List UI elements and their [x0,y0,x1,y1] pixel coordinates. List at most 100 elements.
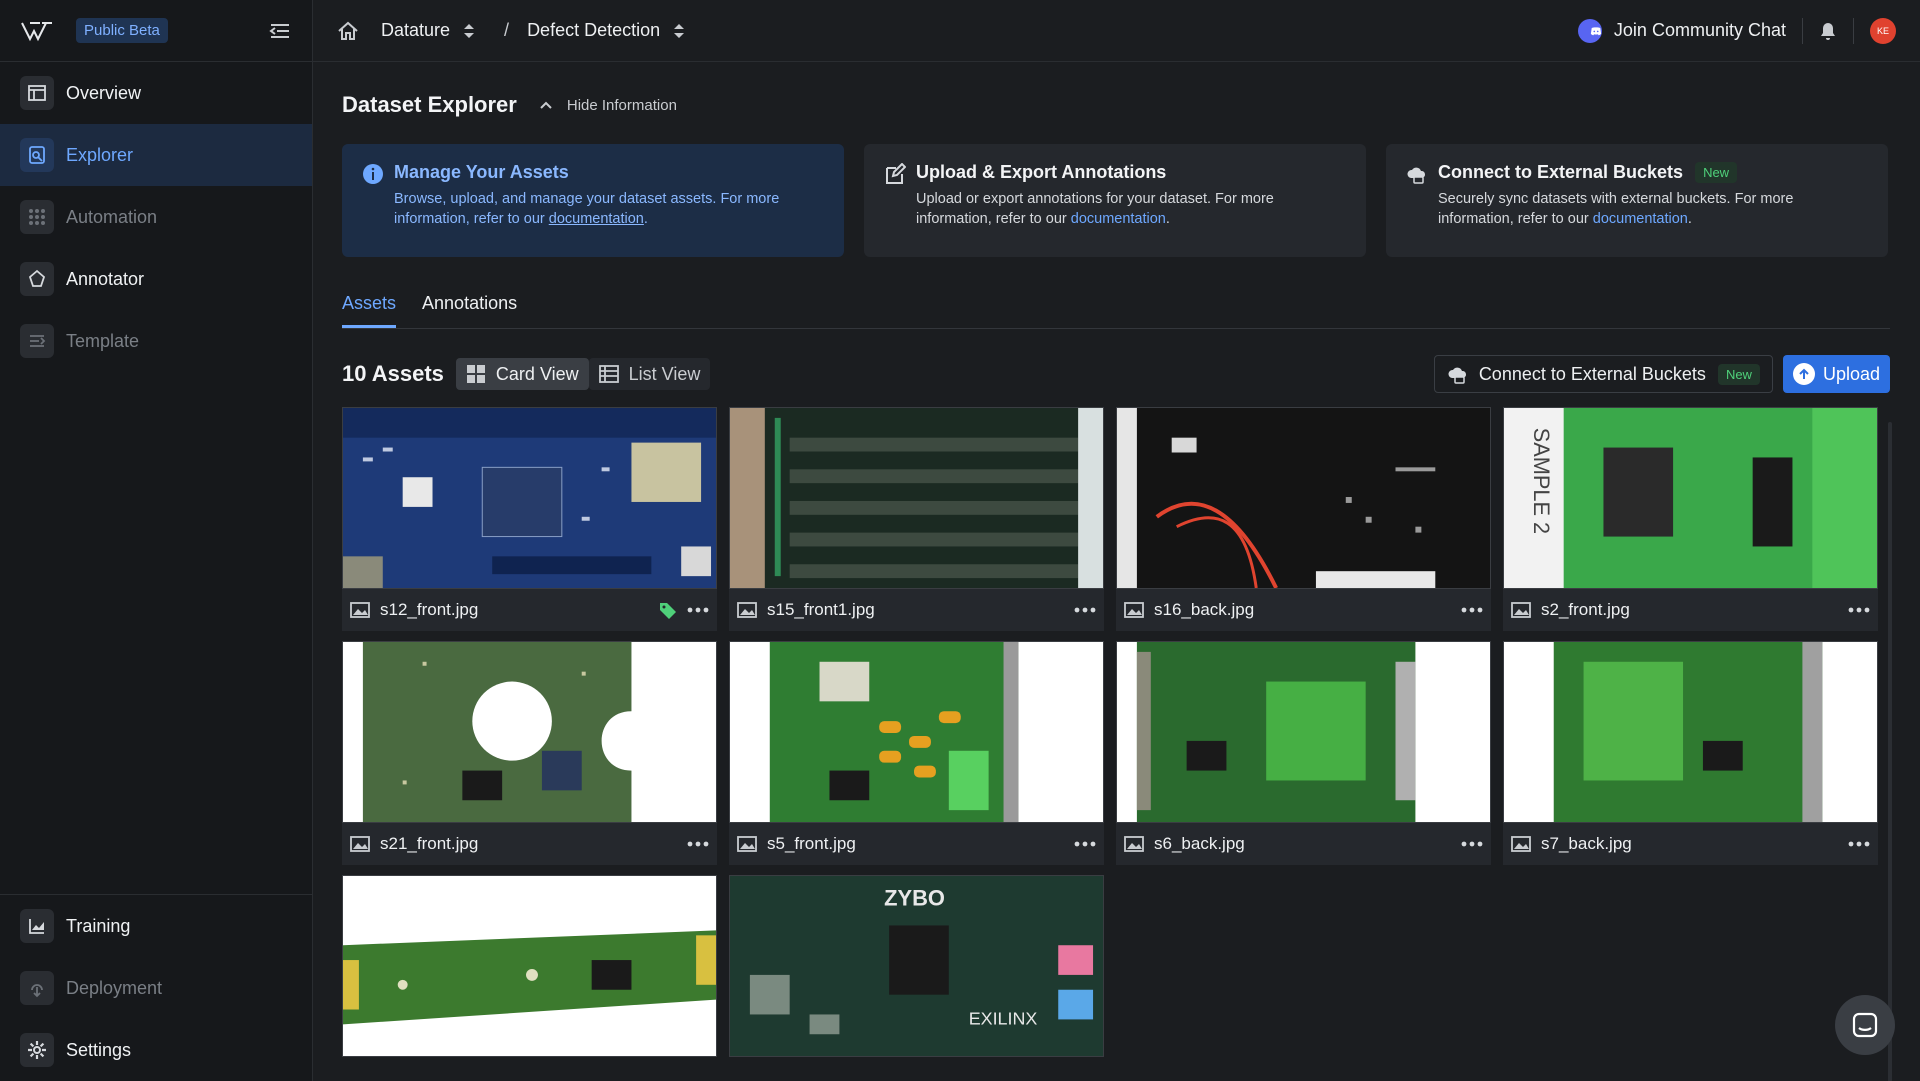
asset-thumbnail[interactable] [729,407,1104,589]
chevron-up-icon [540,101,552,109]
asset-card[interactable]: s12_front.jpg [342,407,717,631]
pcb-image [730,408,1103,588]
documentation-link[interactable]: documentation [1071,211,1166,227]
breadcrumb-project[interactable]: Datature [381,20,476,41]
datature-logo-icon[interactable] [20,20,54,42]
tab-annotations[interactable]: Annotations [422,287,517,328]
info-card-title: Upload & Export Annotations [916,162,1167,182]
asset-card[interactable]: s7_back.jpg [1503,641,1878,865]
documentation-link[interactable]: documentation [549,211,644,227]
overview-icon [20,76,54,110]
asset-thumbnail[interactable]: SAMPLE 2 [1503,407,1878,589]
settings-icon [20,1033,54,1067]
upload-label: Upload [1822,363,1880,384]
sample-label: SAMPLE 2 [1529,428,1554,534]
tabs: Assets Annotations [342,287,1890,329]
pcb-image [343,876,716,1056]
list-view-label: List View [628,363,701,384]
automation-icon [20,200,54,234]
zybo-label: ZYBO [884,886,945,911]
info-cards: Manage Your Assets Browse, upload, and m… [342,144,1890,257]
info-card-manage-assets: Manage Your Assets Browse, upload, and m… [342,144,844,257]
asset-thumbnail[interactable]: ZYBO EXILINX [729,875,1104,1057]
asset-card[interactable]: s6_back.jpg [1116,641,1491,865]
asset-caption: s16_back.jpg [1116,589,1491,631]
asset-thumbnail[interactable] [1116,407,1491,589]
sort-icon [464,23,475,38]
more-options-icon[interactable] [687,841,709,847]
asset-name: s15_front1.jpg [767,600,875,619]
asset-name: s12_front.jpg [380,600,479,619]
asset-card[interactable] [342,875,717,1057]
asset-card[interactable]: s16_back.jpg [1116,407,1491,631]
more-options-icon[interactable] [1461,841,1483,847]
image-icon [737,602,757,618]
discord-icon [1577,18,1602,43]
sidebar-item-deployment[interactable]: Deployment [0,957,312,1019]
sidebar-item-explorer[interactable]: Explorer [0,124,312,186]
more-options-icon[interactable] [1461,607,1483,613]
info-icon [363,164,383,184]
sidebar-item-label: Automation [66,206,158,227]
pcb-image [1504,642,1877,822]
scrollbar[interactable] [1888,422,1892,1081]
sidebar-bottom: Training Deployment Settings [0,894,312,1081]
breadcrumb-separator: / [504,20,510,40]
community-chat-link[interactable]: Join Community Chat [1577,18,1786,43]
info-card-suffix: . [1687,211,1692,227]
more-options-icon[interactable] [1074,841,1096,847]
explorer-icon [20,138,54,172]
sidebar-item-automation[interactable]: Automation [0,186,312,248]
card-view-button[interactable]: Card View [455,358,589,390]
collapse-sidebar-icon[interactable] [268,21,292,41]
upload-button[interactable]: Upload [1782,355,1890,393]
documentation-link[interactable]: documentation [1593,211,1688,227]
sidebar-item-annotator[interactable]: Annotator [0,248,312,310]
sidebar-item-label: Training [66,915,131,936]
main-content: Dataset Explorer Hide Information Manage… [342,62,1890,1057]
info-card-external-buckets: Connect to External Buckets New Securely … [1386,144,1888,257]
asset-name: s7_back.jpg [1541,834,1632,853]
asset-card[interactable]: SAMPLE 2 s2_front.jpg [1503,407,1878,631]
asset-thumbnail[interactable] [342,407,717,589]
asset-thumbnail[interactable] [1116,641,1491,823]
breadcrumb-dataset[interactable]: Defect Detection [527,20,686,41]
pcb-image [343,642,716,822]
asset-card[interactable]: s5_front.jpg [729,641,1104,865]
list-view-button[interactable]: List View [588,358,711,390]
asset-thumbnail[interactable] [342,875,717,1057]
hide-information-toggle[interactable]: Hide Information [539,97,677,114]
new-badge: New [1717,363,1760,385]
more-options-icon[interactable] [687,607,709,613]
tab-assets[interactable]: Assets [342,287,397,328]
more-options-icon[interactable] [1074,607,1096,613]
bell-icon[interactable] [1819,21,1837,41]
asset-thumbnail[interactable] [1503,641,1878,823]
more-options-icon[interactable] [1848,841,1870,847]
asset-card[interactable]: s15_front1.jpg [729,407,1104,631]
asset-caption: s7_back.jpg [1503,823,1878,865]
new-badge: New [1695,162,1738,183]
sidebar-item-label: Overview [66,82,142,103]
sidebar-item-training[interactable]: Training [0,895,312,957]
home-icon[interactable] [337,21,359,41]
asset-caption: s21_front.jpg [342,823,717,865]
asset-thumbnail[interactable] [342,641,717,823]
connect-external-buckets-button[interactable]: Connect to External Buckets New [1433,355,1773,393]
asset-card[interactable]: s21_front.jpg [342,641,717,865]
community-chat-label: Join Community Chat [1613,20,1786,40]
list-icon [598,365,619,383]
chat-launcher-button[interactable] [1835,995,1895,1055]
sidebar-item-template[interactable]: Template [0,310,312,372]
pcb-image [1117,408,1490,588]
avatar[interactable]: KE [1870,17,1896,44]
more-options-icon[interactable] [1848,607,1870,613]
breadcrumb-dataset-label: Defect Detection [527,20,661,40]
asset-caption: s12_front.jpg [342,589,717,631]
asset-thumbnail[interactable] [729,641,1104,823]
sidebar-item-settings[interactable]: Settings [0,1019,312,1081]
pcb-image [730,642,1103,822]
title-row: Dataset Explorer Hide Information [342,92,1890,118]
sidebar-item-overview[interactable]: Overview [0,62,312,124]
asset-card[interactable]: ZYBO EXILINX [729,875,1104,1057]
